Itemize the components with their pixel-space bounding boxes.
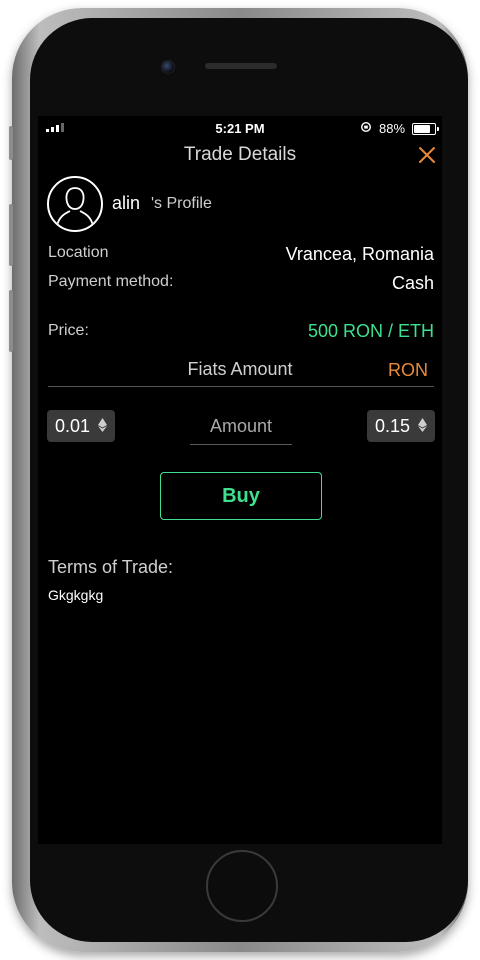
buy-button[interactable]: Buy — [160, 472, 322, 520]
amount-placeholder: Amount — [209, 416, 273, 436]
battery-icon — [412, 123, 439, 135]
max-amount-button[interactable]: 0.15 — [366, 410, 435, 442]
price-label: Price: — [48, 322, 89, 339]
terms-of-trade-text: Gkgkgkg — [48, 587, 104, 603]
ethereum-icon — [98, 416, 108, 437]
app-screen: 5:21 PM 88% Trade Details alin 's Profil… — [38, 116, 442, 844]
amount-input[interactable]: Amount — [190, 414, 292, 445]
ethereum-icon — [418, 416, 427, 437]
payment-method-label: Payment method: — [48, 273, 174, 290]
min-amount-button[interactable]: 0.01 — [47, 410, 116, 442]
payment-method-value: Cash — [391, 273, 434, 293]
earpiece-speaker — [205, 63, 277, 69]
min-amount-value: 0.01 — [55, 415, 91, 436]
volume-down-button — [9, 290, 13, 352]
max-amount-value: 0.15 — [374, 415, 410, 436]
front-camera — [161, 60, 175, 74]
profile-suffix: 's Profile — [151, 195, 212, 212]
section-divider — [48, 386, 434, 387]
close-icon[interactable] — [416, 144, 438, 166]
fiats-amount-label: Fiats Amount — [187, 359, 293, 379]
orientation-lock-icon — [360, 121, 372, 136]
status-bar: 5:21 PM 88% — [38, 116, 442, 140]
page-title: Trade Details — [183, 144, 297, 165]
volume-up-button — [9, 204, 13, 266]
battery-percent: 88% — [379, 121, 406, 136]
location-value: Vrancea, Romania — [285, 244, 434, 264]
location-label: Location — [48, 244, 109, 261]
user-avatar-icon[interactable] — [47, 176, 103, 232]
terms-of-trade-label: Terms of Trade: — [48, 557, 174, 577]
mute-switch — [9, 126, 13, 160]
fiat-currency-selector[interactable]: RON — [388, 360, 428, 381]
home-button[interactable] — [206, 850, 278, 922]
price-value: 500 RON / ETH — [307, 321, 434, 341]
profile-username[interactable]: alin — [112, 193, 140, 214]
